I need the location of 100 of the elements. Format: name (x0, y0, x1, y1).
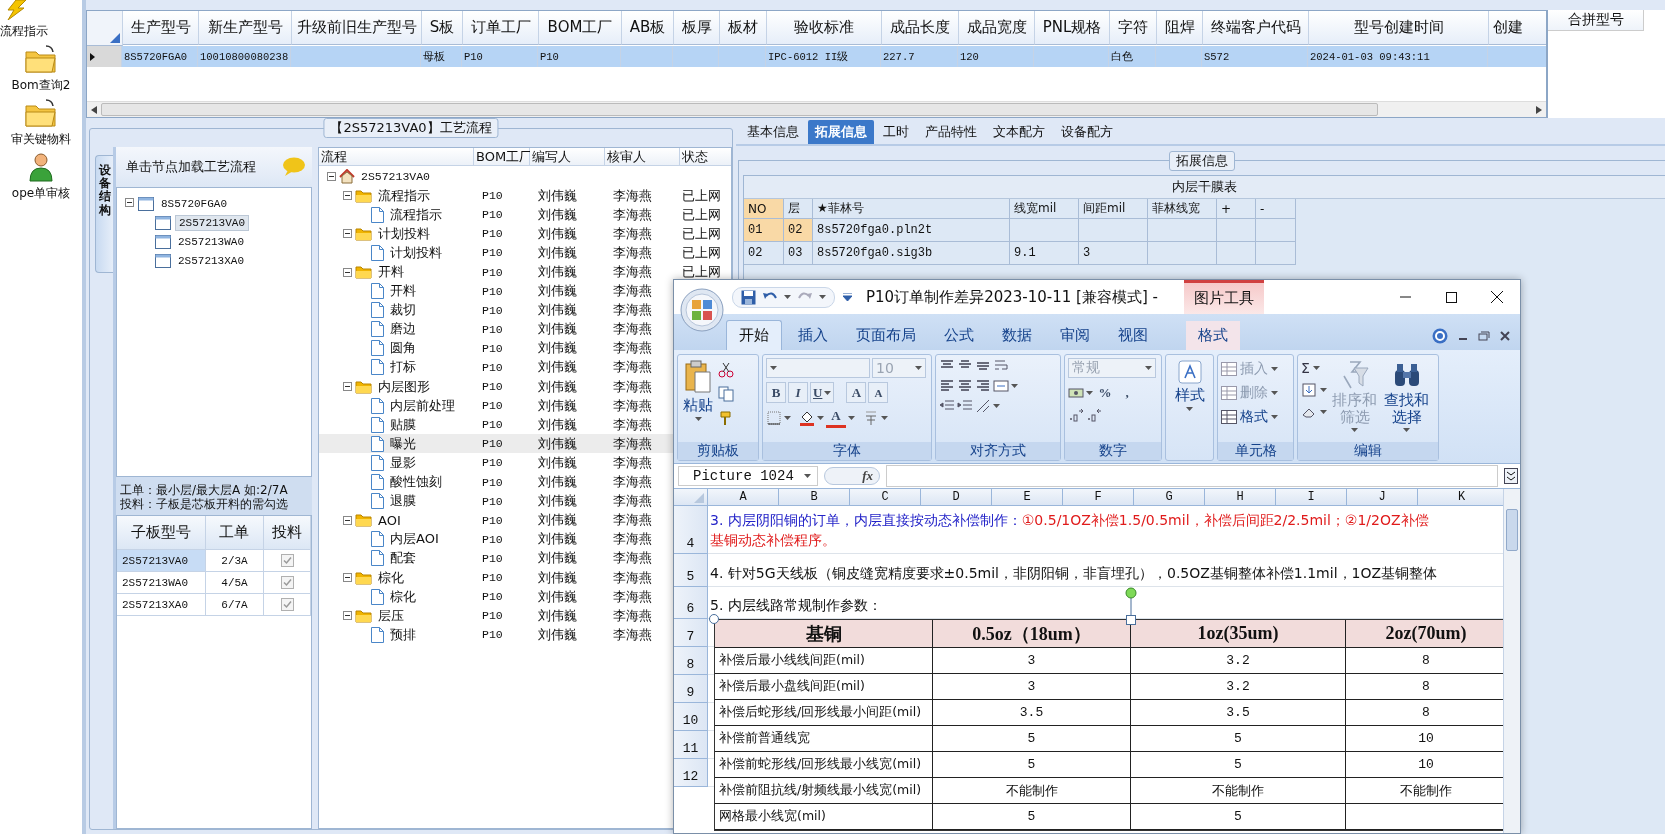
column-header[interactable]: F (1063, 489, 1134, 506)
resize-handle[interactable] (1126, 615, 1136, 625)
tree-item[interactable]: 棕化 (387, 587, 416, 606)
tree-item[interactable]: 预排 (387, 625, 416, 644)
font-color-button[interactable]: A (826, 407, 846, 428)
collapse-icon[interactable] (343, 229, 352, 239)
column-header[interactable]: 核审人 (605, 148, 680, 166)
tree-item[interactable]: 圆角 (387, 339, 416, 358)
tree-item[interactable]: 贴膜 (387, 415, 416, 434)
tree-item[interactable]: 显影 (387, 453, 416, 472)
rotate-handle[interactable] (1125, 587, 1137, 615)
fill-icon[interactable] (1301, 382, 1317, 398)
column-header[interactable]: - (1256, 199, 1296, 219)
column-header[interactable]: K (1418, 489, 1503, 506)
resize-handle[interactable] (709, 614, 719, 624)
collapse-icon[interactable] (343, 573, 352, 582)
column-header[interactable]: + (1217, 199, 1256, 219)
fill-color-icon[interactable] (799, 409, 815, 426)
tree-item[interactable]: 内层AOI (387, 530, 439, 549)
column-header[interactable]: 流程 (319, 148, 474, 166)
column-header[interactable]: 订单工厂 (463, 11, 539, 45)
tab[interactable]: 文本配方 (986, 120, 1052, 144)
ribbon-tab[interactable]: 插入 (786, 321, 840, 350)
column-header[interactable]: 合拼型号 (1548, 10, 1644, 31)
tree-item[interactable]: 配套 (387, 549, 416, 568)
brush-icon[interactable] (718, 410, 734, 426)
column-header[interactable]: C (850, 489, 921, 506)
find-select-button[interactable]: 查找和选择 (1382, 358, 1431, 439)
column-header[interactable]: A (708, 489, 779, 506)
customize-icon[interactable] (843, 293, 852, 301)
tree-item[interactable]: 内层图形 (375, 377, 430, 396)
column-header[interactable]: D (921, 489, 992, 506)
column-header[interactable]: 成品宽度 (959, 11, 1035, 45)
function-button[interactable]: fx (824, 467, 880, 485)
tree-item[interactable]: 2S57213XA0 (175, 253, 247, 268)
column-header[interactable]: ★菲林号 (813, 199, 1010, 219)
tree-item[interactable]: 棕化 (375, 568, 404, 587)
bold-button[interactable]: B (766, 382, 786, 403)
close-icon[interactable] (1500, 331, 1510, 341)
column-header[interactable]: 成品长度 (882, 11, 959, 45)
tree-item[interactable]: 磨边 (387, 320, 416, 339)
formula-field[interactable] (886, 465, 1498, 487)
tree-item[interactable]: 内层前处理 (387, 396, 455, 415)
tree-item[interactable]: 2S57213VA0 (358, 170, 430, 184)
row-header[interactable]: 10 (674, 703, 708, 731)
column-header[interactable]: 板厚 (674, 11, 720, 45)
embedded-table-image[interactable] (714, 619, 1503, 831)
align-left-icon[interactable] (939, 378, 955, 394)
launcher-item[interactable]: 审关键物料 (0, 98, 82, 148)
side-tab[interactable]: 设备结构 (95, 155, 113, 273)
name-box[interactable]: Picture 1024 (678, 466, 818, 486)
row-header[interactable]: 5 (674, 554, 708, 587)
column-header[interactable]: 验收标准 (767, 11, 882, 45)
row-header[interactable]: 7 (674, 619, 708, 647)
collapse-icon[interactable] (343, 191, 352, 201)
tree-item[interactable]: 2S57213WA0 (175, 234, 247, 249)
row-header[interactable]: 12 (674, 759, 708, 787)
tree-item[interactable]: AOI (375, 512, 401, 528)
tree-item[interactable]: 2S57213VA0 (175, 214, 249, 231)
column-header[interactable]: H (1205, 489, 1276, 506)
tree-item[interactable]: 层压 (375, 606, 404, 625)
align-right-icon[interactable] (975, 378, 991, 394)
scrollbar[interactable] (1503, 489, 1520, 833)
column-header[interactable]: BOM工厂 (539, 11, 622, 45)
scissors-icon[interactable] (718, 362, 734, 378)
collapse-icon[interactable] (343, 515, 352, 525)
column-header[interactable]: AB板 (622, 11, 674, 45)
column-header[interactable]: S板 (422, 11, 463, 45)
column-header[interactable]: 状态 (680, 148, 731, 166)
percent-button[interactable]: % (1095, 382, 1115, 403)
tree-item[interactable]: 打标 (387, 358, 416, 377)
column-header[interactable]: G (1134, 489, 1205, 506)
checkbox[interactable] (280, 554, 294, 567)
tree-item[interactable]: 酸性蚀刻 (387, 473, 442, 492)
align-center-icon[interactable] (957, 378, 973, 394)
column-header[interactable]: 线宽mil (1010, 199, 1079, 219)
tree-item[interactable]: 开料 (387, 282, 416, 301)
row-header[interactable]: 4 (674, 506, 708, 554)
orientation-icon[interactable] (975, 398, 991, 414)
column-header[interactable]: 字符 (1110, 11, 1157, 45)
column-header[interactable]: 阻焊 (1157, 11, 1203, 45)
checkbox[interactable] (280, 598, 294, 611)
ribbon-tab[interactable]: 审阅 (1048, 321, 1102, 350)
tree-item[interactable]: 流程指示 (375, 186, 430, 205)
column-header[interactable]: 板材 (720, 11, 767, 45)
tree-item[interactable]: 流程指示 (387, 205, 442, 224)
ribbon-tab[interactable]: 公式 (932, 321, 986, 350)
tab[interactable]: 基本信息 (740, 120, 806, 144)
decrease-decimal-icon[interactable] (1086, 407, 1102, 423)
tab[interactable]: 设备配方 (1054, 120, 1120, 144)
collapse-icon[interactable] (343, 611, 352, 621)
column-header[interactable]: I (1276, 489, 1347, 506)
collapse-icon[interactable] (327, 172, 336, 182)
column-header[interactable]: 间距mil (1079, 199, 1148, 219)
restore-icon[interactable] (1478, 331, 1490, 341)
ribbon-tab[interactable]: 数据 (990, 321, 1044, 350)
ribbon-tab[interactable]: 格式 (1186, 321, 1240, 350)
column-header[interactable]: 终端客户代码 (1203, 11, 1309, 45)
column-header[interactable]: 生产型号 (123, 11, 199, 45)
column-header[interactable]: B (779, 489, 850, 506)
